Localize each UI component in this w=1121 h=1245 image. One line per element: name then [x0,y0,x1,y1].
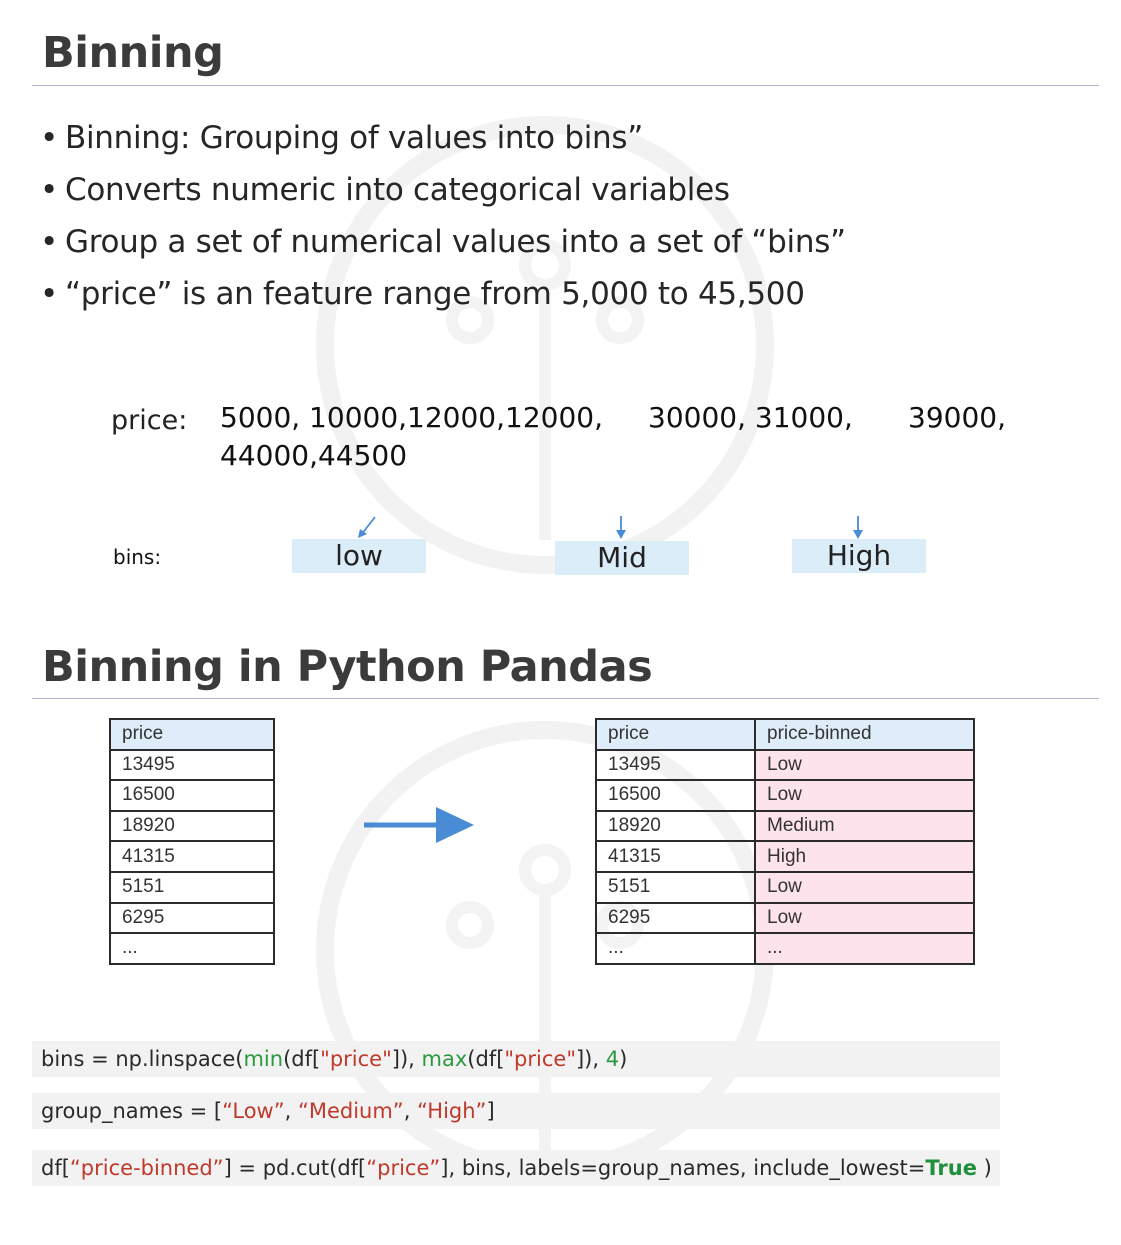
code-token: ], bins, labels=group_names, include_low… [440,1156,926,1180]
bin-high: High [792,539,926,573]
bullet-item: Group a set of numerical values into a s… [40,222,846,274]
table-cell: 16500 [595,779,756,812]
code-token: ]), [575,1047,606,1071]
table-row: 6295 Low [595,901,975,935]
table-header-row: price price-binned [595,718,975,751]
table-cell: 5151 [109,870,275,904]
code-token: df[ [41,1156,70,1180]
table-header-cell: price-binned [754,718,975,751]
code-token: ] = pd.cut(df[ [223,1156,367,1180]
table-cell-binned: Low [754,901,975,935]
price-values-high-cont: 44000,44500 [220,439,408,472]
code-line-group-names: group_names = [“Low”, “Medium”, “High”] [32,1093,1000,1129]
price-table: price 13495 16500 18920 41315 5151 6295 … [109,718,275,965]
code-token-string: “Medium” [297,1099,404,1123]
code-token-string: “High” [417,1099,487,1123]
table-cell: 6295 [109,901,275,935]
bin-mid: Mid [555,541,689,575]
table-row: 5151 Low [595,870,975,904]
code-token-func: min [243,1047,284,1071]
bullet-item: “price” is an feature range from 5,000 t… [40,274,846,326]
table-cell-binned: Low [754,779,975,812]
code-token-keyword: True [925,1156,977,1180]
code-line-pd-cut: df[“price-binned”] = pd.cut(df[“price”],… [32,1150,1000,1186]
table-row: ...... [595,932,975,965]
table-cell: 18920 [595,809,756,843]
code-token: ) [976,1156,992,1180]
bins-label: bins: [113,545,162,569]
down-arrow-icon [616,516,626,539]
section-title: Binning in Python Pandas [42,642,653,692]
code-token: ]), [391,1047,422,1071]
table-cell-binned: Medium [754,809,975,843]
table-cell: ... [109,932,275,965]
code-token-string: “price” [366,1156,441,1180]
table-row: 5151 [109,870,275,904]
price-values-mid: 30000, 31000, [648,401,853,434]
code-token-string: “price-binned” [69,1156,224,1180]
price-label: price: [111,405,188,436]
code-token-number: 4 [605,1047,620,1071]
down-arrow-icon [853,516,863,539]
table-cell: ... [595,932,756,965]
bullet-item: Converts numeric into categorical variab… [40,170,846,222]
table-row: 13495 [109,748,275,782]
table-cell: 16500 [109,779,275,812]
table-header-cell: price [109,718,275,751]
down-arrow-icon [358,516,376,538]
bullet-item: Binning: Grouping of values into bins” [40,118,846,170]
table-row: ... [109,932,275,965]
code-token-string: "price" [504,1047,576,1071]
table-cell: 6295 [595,901,756,935]
price-values-low: 5000, 10000,12000,12000, [220,401,603,434]
table-row: 16500 Low [595,779,975,812]
price-values-high: 39000, [908,401,1006,434]
table-cell-binned: Low [754,870,975,904]
table-row: 41315 [109,840,275,873]
code-token-string: "price" [320,1047,392,1071]
code-token: (df[ [283,1047,321,1071]
table-row: 6295 [109,901,275,935]
price-binned-table: price price-binned 13495 Low 16500 Low 189… [595,718,975,965]
table-row: 18920 Medium [595,809,975,843]
table-cell: 13495 [595,748,756,782]
table-cell: 41315 [109,840,275,873]
table-cell-binned: ... [754,932,975,965]
table-header-cell: price [595,718,756,751]
title-divider [32,698,1099,699]
table-cell: 13495 [109,748,275,782]
table-cell: 41315 [595,840,756,873]
table-row: 13495 Low [595,748,975,782]
code-token: bins = np.linspace( [41,1047,244,1071]
table-cell: 18920 [109,809,275,843]
code-token: ] [486,1099,495,1123]
code-token: , [403,1099,418,1123]
table-cell-binned: Low [754,748,975,782]
code-token: ) [619,1047,628,1071]
code-token: group_names = [ [41,1099,223,1123]
code-token: , [284,1099,298,1123]
code-token: (df[ [467,1047,505,1071]
table-header-row: price [109,718,275,751]
bullet-list: Binning: Grouping of values into bins” C… [40,118,846,326]
code-line-linspace: bins = np.linspace(min(df["price"]), max… [32,1041,1000,1077]
title-divider [32,85,1099,86]
table-row: 41315 High [595,840,975,873]
right-arrow-icon [364,807,474,843]
table-row: 16500 [109,779,275,812]
table-row: 18920 [109,809,275,843]
section-title: Binning [42,28,224,78]
code-token-string: “Low” [222,1099,285,1123]
code-token-func: max [421,1047,468,1071]
table-cell-binned: High [754,840,975,873]
table-cell: 5151 [595,870,756,904]
bin-low: low [292,539,426,573]
